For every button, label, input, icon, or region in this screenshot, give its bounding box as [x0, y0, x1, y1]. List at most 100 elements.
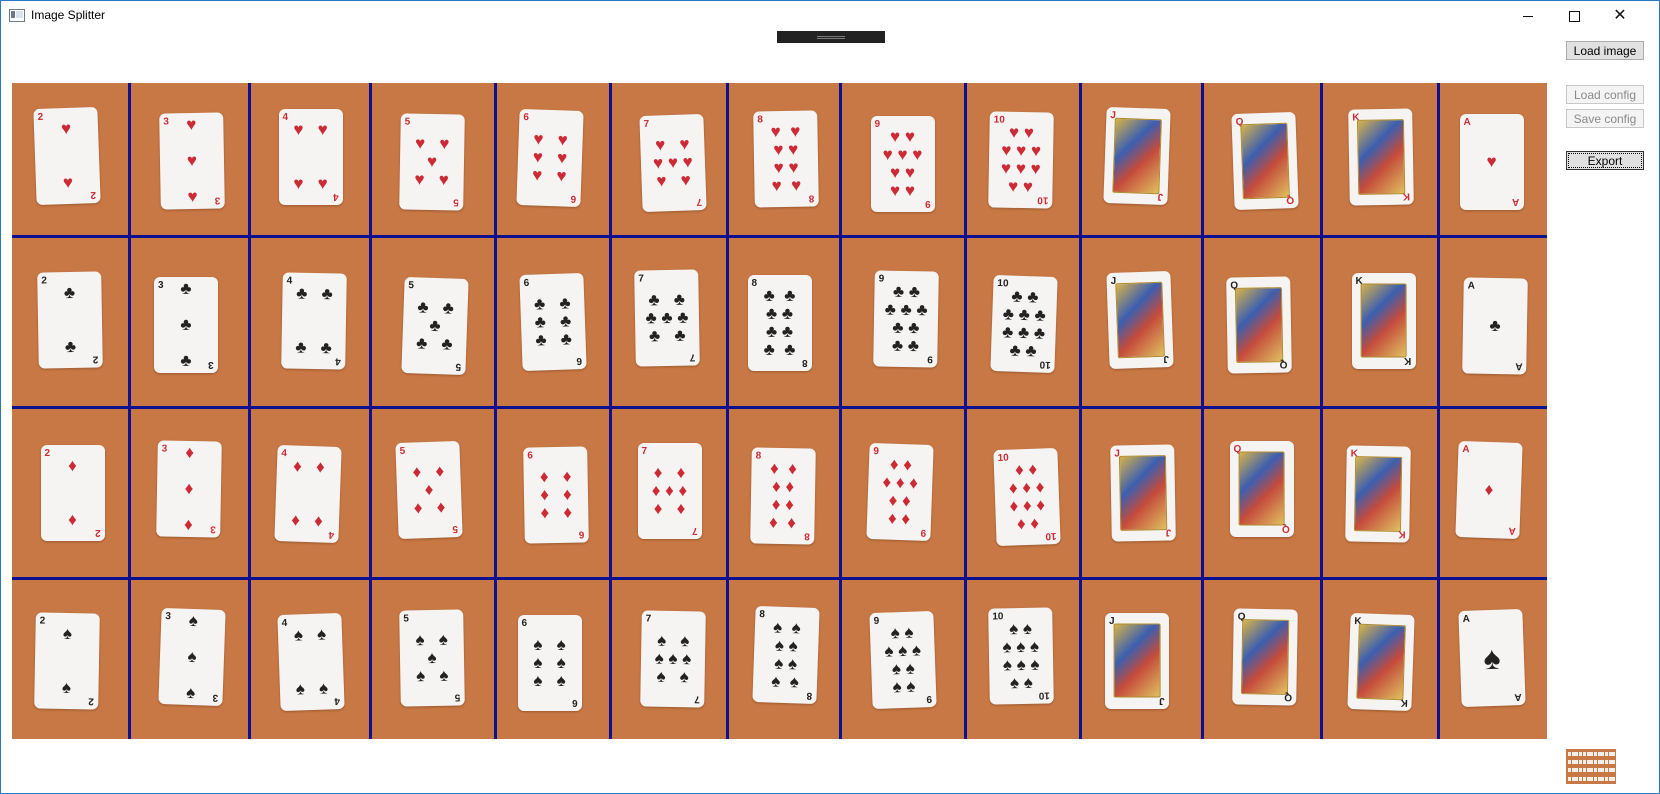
thumbnail-card: [1575, 760, 1579, 765]
grid-column-line[interactable]: [1079, 83, 1082, 739]
card-rank-label: K: [1399, 696, 1408, 708]
card-rank-label: 7: [694, 692, 700, 704]
grid-column-line[interactable]: [369, 83, 372, 739]
card-rank-label: Q: [1283, 690, 1292, 702]
export-button[interactable]: Export: [1566, 151, 1644, 170]
card-5-of-diamonds: 5 ♦ ♦ ♦ ♦ ♦ 5: [394, 440, 463, 539]
card-3-of-diamonds: 3 ♦ ♦ ♦ 3: [156, 439, 222, 538]
card-rank-label: 3: [210, 522, 217, 534]
card-rank-label: 6: [578, 528, 585, 540]
card-4-of-spades: 4 ♠ ♠ ♠ ♠ 4: [276, 612, 345, 711]
card-rank-label: 6: [522, 277, 529, 289]
spades-pip-icon: ♠ ♠ ♠ ♠ ♠ ♠: [533, 634, 566, 690]
hearts-pip-icon: ♥ ♥ ♥ ♥ ♥ ♥ ♥ ♥ ♥: [882, 126, 923, 200]
thumbnail-card: [1612, 752, 1616, 756]
grid-column-line[interactable]: [494, 83, 497, 739]
maximize-icon: [1568, 10, 1580, 22]
spades-pip-icon: ♠ ♠ ♠: [185, 610, 199, 702]
diamonds-pip-icon: ♦ ♦ ♦ ♦ ♦ ♦ ♦ ♦ ♦ ♦: [1008, 459, 1045, 533]
card-6-of-spades: 6 ♠ ♠ ♠ ♠ ♠ ♠ 6: [517, 614, 582, 711]
card-rank-label: Q: [1281, 522, 1290, 534]
card-face-art: [1355, 623, 1406, 700]
load-config-button[interactable]: Load config: [1566, 85, 1644, 104]
diamonds-pip-icon: ♦ ♦ ♦ ♦ ♦ ♦ ♦: [651, 462, 688, 518]
thumbnail-card: [1586, 760, 1590, 765]
diamonds-pip-icon: ♦ ♦ ♦ ♦ ♦ ♦ ♦ ♦ ♦: [881, 454, 918, 528]
card-7-of-spades: 7 ♠ ♠ ♠ ♠ ♠ ♠ ♠ 7: [639, 609, 706, 708]
thumbnail-card: [1605, 768, 1608, 773]
thumbnail-card: [1601, 776, 1605, 781]
diamonds-pip-icon: ♦: [1483, 479, 1494, 499]
clubs-pip-icon: ♣ ♣ ♣: [180, 278, 192, 370]
grid-column-line[interactable]: [726, 83, 729, 739]
thumbnail-card: [1593, 768, 1597, 773]
spades-pip-icon: ♠ ♠: [61, 623, 72, 697]
save-config-button[interactable]: Save config: [1566, 109, 1644, 128]
thumbnail-card: [1586, 752, 1590, 756]
thumbnail-card: [1586, 776, 1590, 781]
load-image-button[interactable]: Load image: [1566, 41, 1644, 60]
minimize-button[interactable]: [1505, 1, 1551, 31]
card-6-of-diamonds: 6 ♦ ♦ ♦ ♦ ♦ ♦ 6: [522, 445, 589, 544]
maximize-button[interactable]: [1551, 1, 1597, 31]
card-k-of-clubs: KK: [1351, 272, 1416, 369]
grid-row-line[interactable]: [12, 235, 1547, 238]
grid-column-line[interactable]: [1201, 83, 1204, 739]
grid-column-line[interactable]: [609, 83, 612, 739]
title-bar[interactable]: Image Splitter ✕: [1, 1, 1659, 31]
diamonds-pip-icon: ♦ ♦ ♦ ♦ ♦ ♦ ♦ ♦: [768, 458, 797, 532]
card-rank-label: 4: [334, 694, 341, 706]
thumbnail-card: [1608, 760, 1612, 765]
card-rank-label: 9: [926, 692, 933, 704]
card-rank-label: J: [1166, 526, 1172, 538]
card-rank-label: 3: [208, 358, 214, 370]
diamonds-pip-icon: ♦ ♦ ♦: [183, 442, 195, 534]
card-2-of-hearts: 2 ♥ ♥ 2: [32, 106, 101, 205]
card-rank-label: 2: [92, 353, 99, 365]
card-rank-label: 8: [808, 192, 815, 204]
clubs-pip-icon: ♣ ♣ ♣ ♣ ♣ ♣ ♣: [644, 289, 689, 345]
card-9-of-spades: 9 ♠ ♠ ♠ ♠ ♠ ♠ ♠ ♠ ♠ 9: [868, 610, 937, 709]
close-button[interactable]: ✕: [1597, 1, 1643, 31]
hearts-pip-icon: ♥ ♥ ♥ ♥ ♥ ♥ ♥: [652, 133, 693, 191]
thumbnail-card: [1597, 776, 1601, 781]
thumbnail-card: [1568, 768, 1571, 773]
thumbnail-card: [1582, 760, 1586, 765]
grid-column-line[interactable]: [128, 83, 131, 739]
card-2-of-diamonds: 2 ♦ ♦ 2: [40, 444, 105, 541]
thumbnail-card: [1590, 768, 1594, 773]
card-rank-label: 5: [398, 445, 405, 457]
spades-pip-icon: ♠ ♠ ♠ ♠ ♠ ♠ ♠ ♠: [770, 617, 801, 691]
grid-row-line[interactable]: [12, 577, 1547, 580]
grid-column-line[interactable]: [248, 83, 251, 739]
spades-pip-icon: ♠ ♠ ♠ ♠: [293, 623, 328, 699]
card-3-of-spades: 3 ♠ ♠ ♠ 3: [158, 607, 226, 706]
card-rank-label: Q: [1285, 193, 1295, 205]
thumbnail-card: [1612, 760, 1616, 765]
grid-column-line[interactable]: [1320, 83, 1323, 739]
grid-column-line[interactable]: [839, 83, 842, 739]
thumbnail-card: [1582, 752, 1586, 756]
grid-row-line[interactable]: [12, 406, 1547, 409]
card-k-of-spades: KK: [1346, 612, 1415, 711]
card-face-art: [1112, 117, 1162, 194]
thumbnail-card: [1593, 776, 1597, 781]
card-rank-label: 6: [522, 111, 529, 123]
hearts-pip-icon: ♥ ♥: [60, 118, 73, 192]
card-rank-label: 5: [402, 612, 409, 624]
grid-column-line[interactable]: [964, 83, 967, 739]
grid-column-line[interactable]: [1437, 83, 1440, 739]
card-rank-label: 10: [1037, 689, 1050, 701]
thumbnail-card: [1597, 752, 1601, 756]
card-rank-label: 2: [88, 694, 94, 706]
thumbnail-card: [1579, 768, 1583, 773]
splitter-grip-handle[interactable]: [777, 31, 885, 43]
card-4-of-clubs: 4 ♣ ♣ ♣ ♣ 4: [280, 271, 347, 370]
image-canvas[interactable]: 2 ♥ ♥ 2 3 ♥ ♥ ♥ 3 4 ♥ ♥ ♥ ♥ 4 5 ♥ ♥ ♥ ♥ ♥ 5 6 ♥ ♥ ♥ ♥ ♥ ♥ 6 7 ♥ …: [12, 83, 1547, 739]
card-9-of-hearts: 9 ♥ ♥ ♥ ♥ ♥ ♥ ♥ ♥ ♥ 9: [870, 115, 935, 212]
card-face-art: [1115, 281, 1165, 358]
card-rank-label: 8: [801, 356, 808, 368]
card-q-of-hearts: QQ: [1230, 111, 1299, 210]
minimize-icon: [1523, 15, 1533, 17]
card-rank-label: A: [1514, 359, 1522, 371]
